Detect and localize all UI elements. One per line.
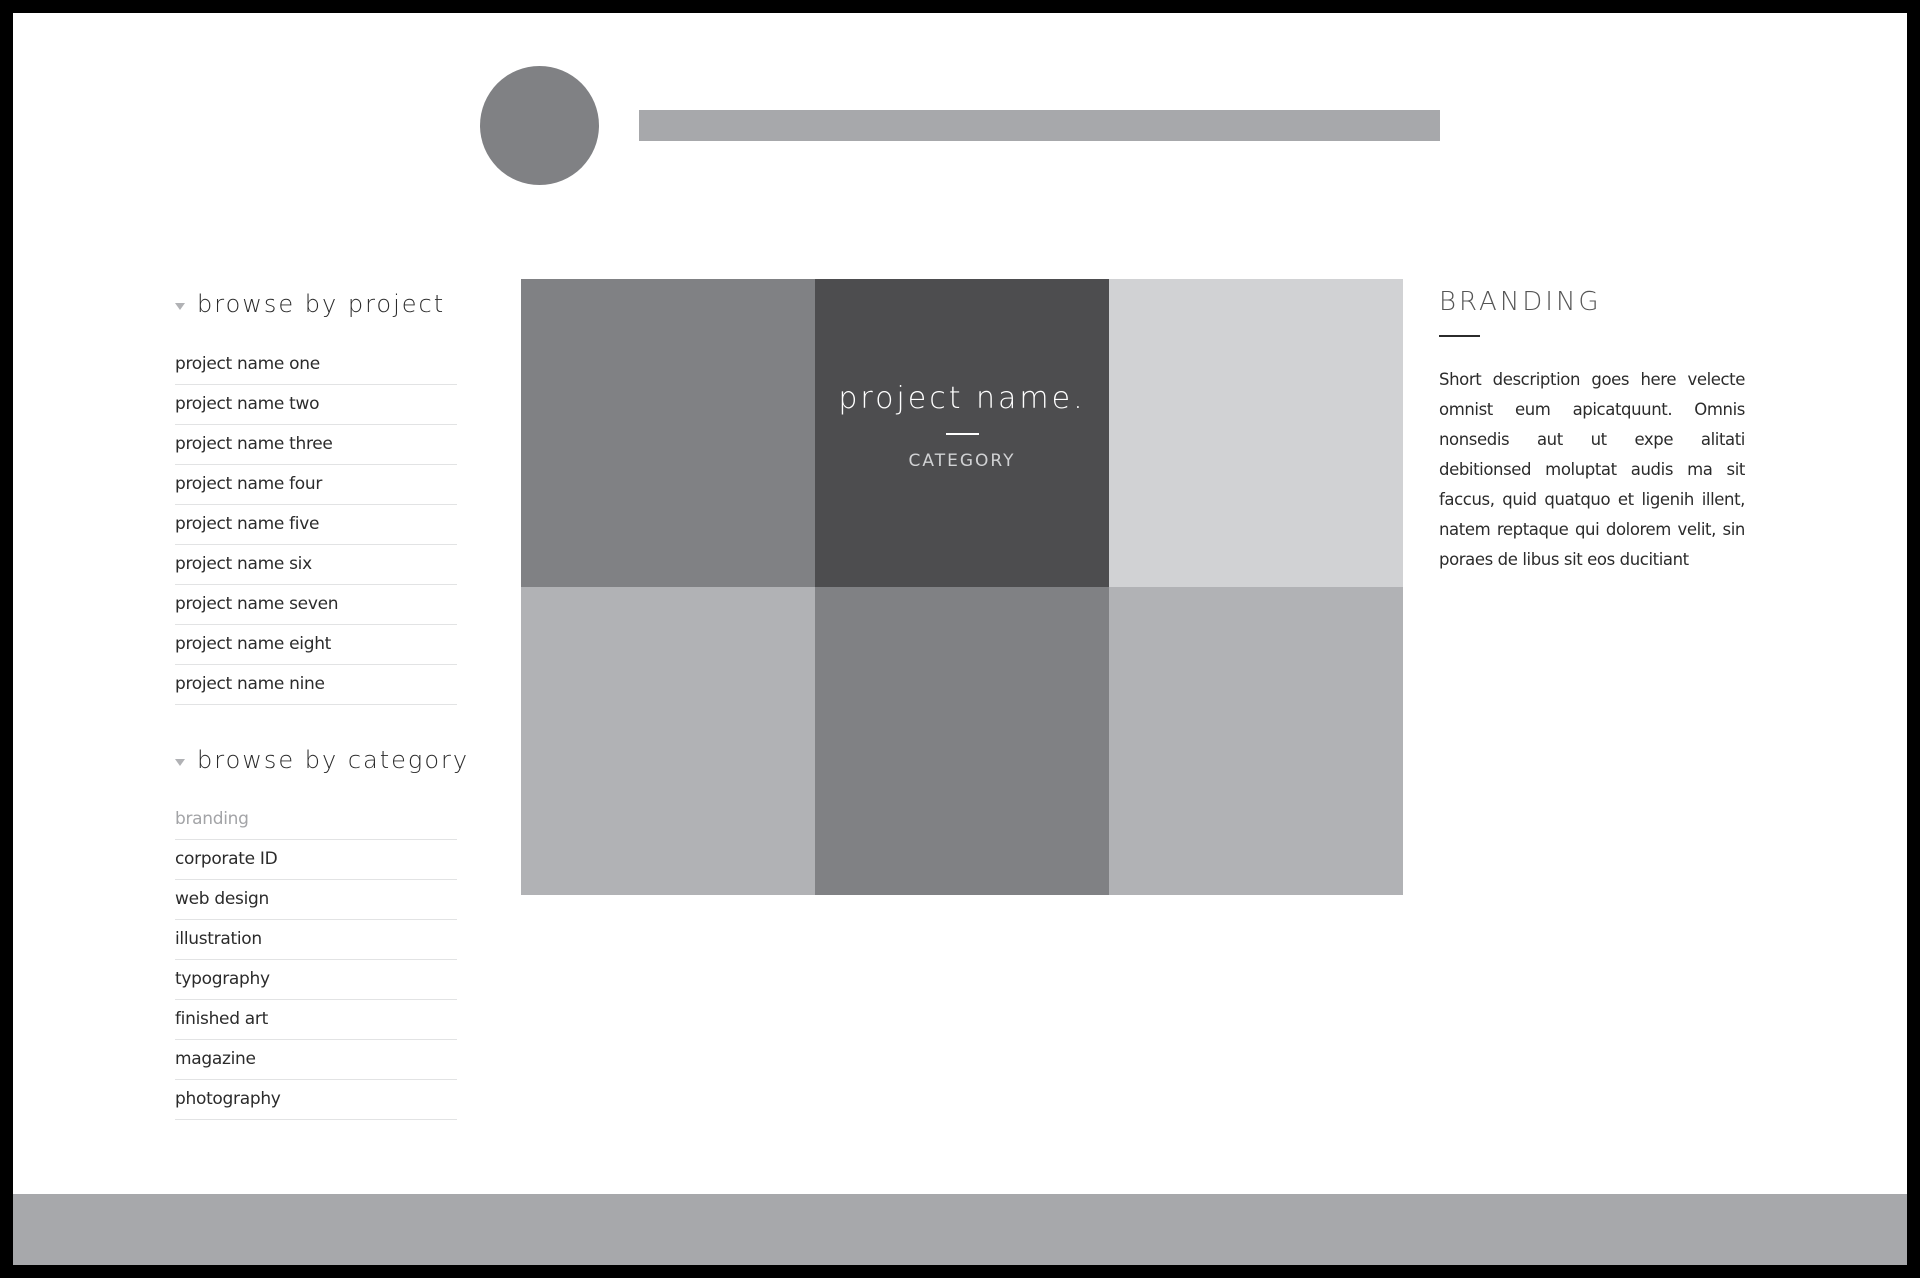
gallery-tile[interactable]	[1109, 279, 1403, 587]
project-item[interactable]: project name four	[175, 465, 457, 505]
category-item[interactable]: illustration	[175, 920, 457, 960]
category-item-branding[interactable]: branding	[175, 800, 457, 840]
browse-by-category-heading[interactable]: browse by category	[175, 746, 469, 774]
tile-divider	[945, 433, 979, 435]
project-item[interactable]: project name one	[175, 345, 457, 385]
project-item[interactable]: project name five	[175, 505, 457, 545]
browse-by-project-heading[interactable]: browse by project	[175, 290, 445, 318]
project-item[interactable]: project name six	[175, 545, 457, 585]
logo[interactable]	[480, 66, 599, 185]
project-item[interactable]: project name three	[175, 425, 457, 465]
category-item[interactable]: photography	[175, 1080, 457, 1120]
project-list: project name one project name two projec…	[175, 345, 457, 705]
project-item[interactable]: project name two	[175, 385, 457, 425]
category-item[interactable]: corporate ID	[175, 840, 457, 880]
category-item[interactable]: finished art	[175, 1000, 457, 1040]
browse-by-project-label: browse by project	[197, 290, 446, 318]
collapse-triangle-icon[interactable]	[175, 302, 185, 310]
category-item[interactable]: typography	[175, 960, 457, 1000]
footer	[13, 1194, 1907, 1265]
detail-description: Short description goes here velecte omni…	[1439, 370, 1745, 569]
category-list: branding corporate ID web design illustr…	[175, 800, 457, 1120]
category-item[interactable]: web design	[175, 880, 457, 920]
site-title-placeholder	[639, 110, 1440, 141]
detail-divider	[1439, 335, 1480, 337]
category-item[interactable]: magazine	[175, 1040, 457, 1080]
browse-by-category-label: browse by category	[197, 746, 470, 774]
tile-caption: project name. CATEGORY	[815, 381, 1109, 471]
page-frame: browse by project project name one proje…	[13, 13, 1907, 1265]
project-item[interactable]: project name eight	[175, 625, 457, 665]
gallery-tile[interactable]	[1109, 587, 1403, 895]
project-item[interactable]: project name nine	[175, 665, 457, 705]
tile-project-name: project name.	[838, 381, 1086, 416]
gallery-tile[interactable]	[521, 587, 815, 895]
gallery-tile-featured[interactable]: project name. CATEGORY	[815, 279, 1109, 587]
category-detail: BRANDING Short description goes here vel…	[1439, 279, 1745, 575]
project-item[interactable]: project name seven	[175, 585, 457, 625]
collapse-triangle-icon[interactable]	[175, 758, 185, 766]
tile-category: CATEGORY	[908, 451, 1016, 471]
gallery-tile[interactable]	[521, 279, 815, 587]
detail-heading: BRANDING	[1439, 287, 1602, 317]
project-gallery: project name. CATEGORY	[521, 279, 1403, 895]
gallery-tile[interactable]	[815, 587, 1109, 895]
